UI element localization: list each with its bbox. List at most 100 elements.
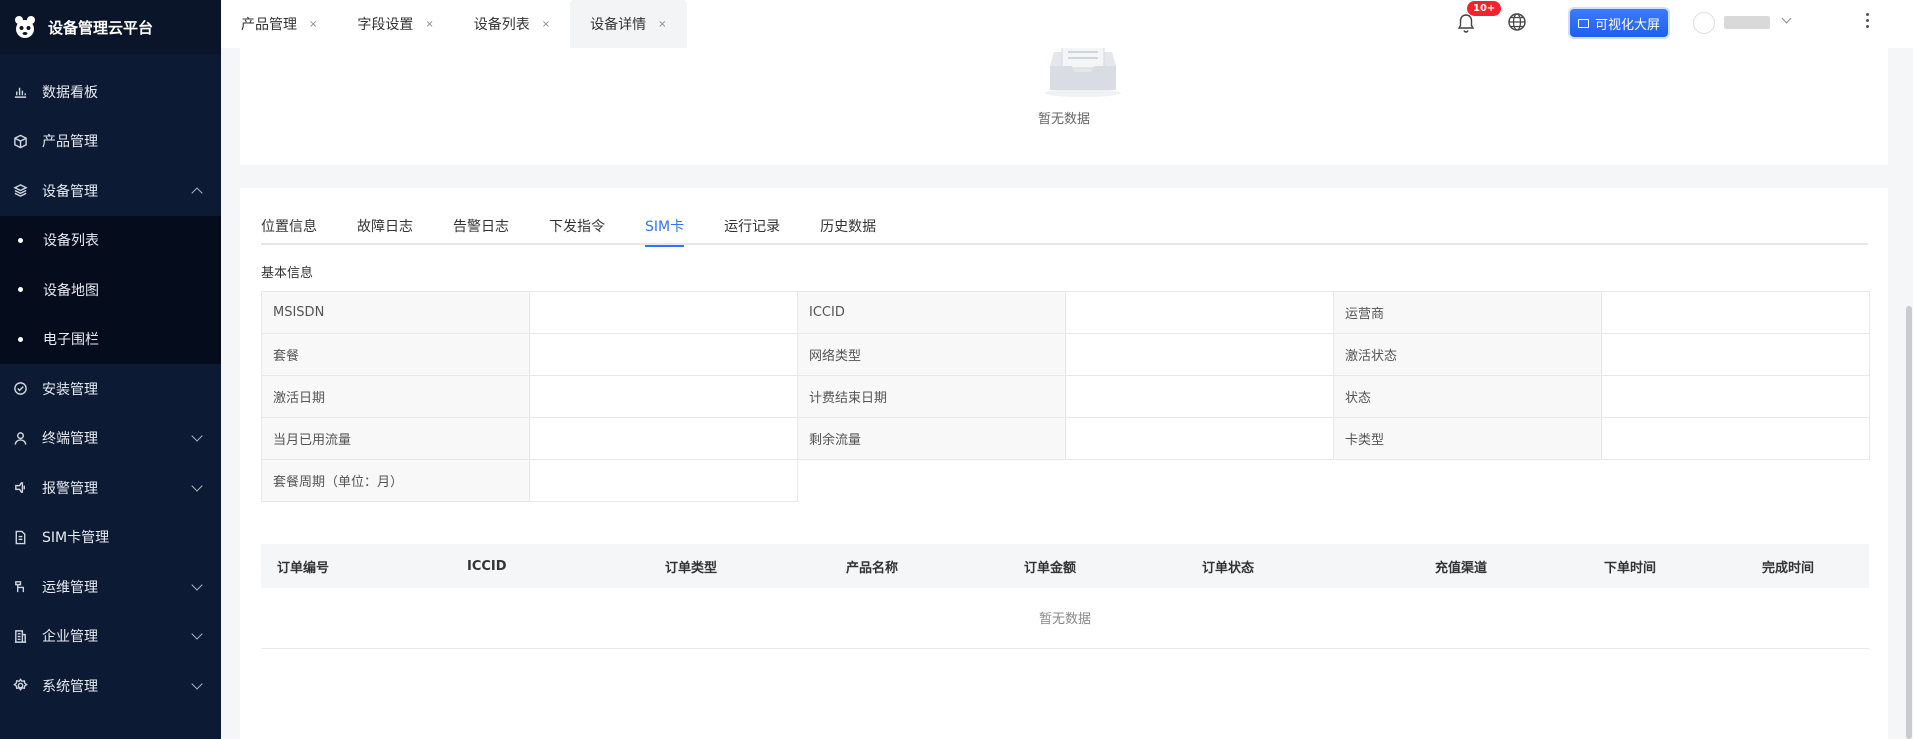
table-row: 激活日期 计费结束日期 状态 [261,375,1870,418]
sidebar-item-devices[interactable]: 设备管理 [0,166,221,216]
table-row: 当月已用流量 剩余流量 卡类型 [261,417,1870,460]
tab-sim-card[interactable]: SIM卡 [645,217,685,247]
sidebar-item-dashboard[interactable]: 数据看板 [0,67,221,117]
field-value [1065,333,1334,376]
chevron-down-icon [191,480,203,492]
sidebar-item-label: 设备地图 [43,282,99,299]
sidebar-menu: 数据看板 产品管理 设备管理 [0,67,221,216]
field-label: 卡类型 [1333,417,1602,460]
sidebar-item-device-map[interactable]: 设备地图 [0,265,221,315]
field-label: 套餐 [261,333,530,376]
empty-cell [798,460,1870,502]
sidebar-item-device-list[interactable]: 设备列表 [0,216,221,266]
close-icon[interactable]: × [425,19,433,30]
sidebar-item-products[interactable]: 产品管理 [0,117,221,167]
bigscreen-button[interactable]: 可视化大屏 [1570,9,1668,37]
table-row: 套餐周期（单位：月） [261,459,1870,502]
vertical-scrollbar[interactable] [1906,306,1912,739]
gear-icon [12,678,28,694]
column-header: 订单类型 [649,544,830,588]
top-card: 暂无数据 [240,48,1888,165]
page-tabs: 产品管理 × 字段设置 × 设备列表 × 设备详情 × [221,0,687,48]
tab-device-list[interactable]: 设备列表 × [454,0,570,48]
bigscreen-label: 可视化大屏 [1594,17,1660,33]
sidebar-item-label: 设备管理 [42,183,98,200]
tab-fault-log[interactable]: 故障日志 [357,217,413,245]
sidebar-item-geofence[interactable]: 电子围栏 [0,315,221,365]
sidebar-item-label: 数据看板 [42,84,98,101]
field-label: ICCID [797,291,1066,334]
bullet-icon [18,237,23,243]
field-label: 当月已用流量 [261,417,530,460]
field-value [1601,291,1870,334]
column-header: 订单状态 [1186,544,1419,588]
tab-location[interactable]: 位置信息 [261,217,317,245]
globe-icon[interactable] [1507,12,1527,32]
tab-device-detail[interactable]: 设备详情 × [570,0,687,48]
sidebar-item-installation[interactable]: 安装管理 [0,364,221,414]
column-header: 产品名称 [830,544,1008,588]
tab-alert-log[interactable]: 告警日志 [453,217,509,245]
sidebar: 设备管理云平台 数据看板 产品管理 设备管理 设备列表 设备地图 电子围栏 安装… [0,0,221,739]
sidebar-item-label: 终端管理 [42,431,98,448]
chevron-down-icon [191,678,203,690]
field-value [1065,417,1334,460]
notification-badge: 10+ [1467,1,1502,16]
column-header: 充值渠道 [1419,544,1588,588]
sidebar-item-system[interactable]: 系统管理 [0,661,221,711]
field-label: 激活日期 [261,375,530,418]
alarm-icon [12,480,28,496]
chevron-down-icon [191,579,203,591]
bar-chart-icon [12,84,28,100]
more-menu-icon[interactable] [1866,13,1870,33]
close-icon[interactable]: × [658,19,666,30]
tab-commands[interactable]: 下发指令 [549,217,605,245]
field-label: 套餐周期（单位：月） [261,459,530,502]
sidebar-item-terminals[interactable]: 终端管理 [0,414,221,464]
sidebar-item-label: 产品管理 [42,134,98,151]
chevron-up-icon [191,187,203,199]
table-header-row: 订单编号 ICCID 订单类型 产品名称 订单金额 订单状态 充值渠道 下单时间… [261,544,1869,588]
chevron-down-icon[interactable] [1781,13,1792,24]
sidebar-item-operations[interactable]: 运维管理 [0,562,221,612]
tab-label: 设备列表 [473,17,530,33]
sidebar-item-sim[interactable]: SIM卡管理 [0,513,221,563]
field-value [1065,375,1334,418]
chevron-down-icon [191,628,203,640]
field-label: 剩余流量 [797,417,1066,460]
field-value [1601,417,1870,460]
chevron-down-icon [191,430,203,442]
close-icon[interactable]: × [542,19,550,30]
field-label: 状态 [1333,375,1602,418]
cube-icon [12,133,28,149]
main-content: 暂无数据 位置信息 故障日志 告警日志 下发指令 SIM卡 运行记录 历史数据 … [221,48,1913,739]
tab-history-data[interactable]: 历史数据 [820,217,876,245]
tools-icon [12,579,28,595]
sidebar-item-label: 运维管理 [42,579,98,596]
bullet-icon [18,336,23,342]
section-title: 基本信息 [261,266,314,281]
empty-box-icon [1040,48,1126,98]
column-header: 订单编号 [261,544,451,588]
tab-field-settings[interactable]: 字段设置 × [337,0,453,48]
top-header: 产品管理 × 字段设置 × 设备列表 × 设备详情 × 10+ 可视化大屏 [221,0,1913,48]
tab-product-management[interactable]: 产品管理 × [221,0,337,48]
tab-run-records[interactable]: 运行记录 [724,217,780,245]
tab-label: 设备详情 [590,17,647,33]
sidebar-item-label: 企业管理 [42,629,98,646]
field-label: MSISDN [261,291,530,334]
user-name-placeholder[interactable] [1724,16,1770,29]
sidebar-item-label: 电子围栏 [43,332,99,349]
field-value [529,333,798,376]
detail-card: 位置信息 故障日志 告警日志 下发指令 SIM卡 运行记录 历史数据 基本信息 … [240,188,1888,739]
avatar[interactable] [1693,12,1715,34]
sidebar-item-alarms[interactable]: 报警管理 [0,463,221,513]
close-icon[interactable]: × [309,19,317,30]
logo-icon [12,14,38,40]
empty-state-text: 暂无数据 [1037,112,1090,127]
sidebar-item-enterprise[interactable]: 企业管理 [0,612,221,662]
app-logo[interactable]: 设备管理云平台 [0,0,221,54]
table-row: 套餐 网络类型 激活状态 [261,333,1870,376]
field-value [529,417,798,460]
column-header: 下单时间 [1588,544,1746,588]
